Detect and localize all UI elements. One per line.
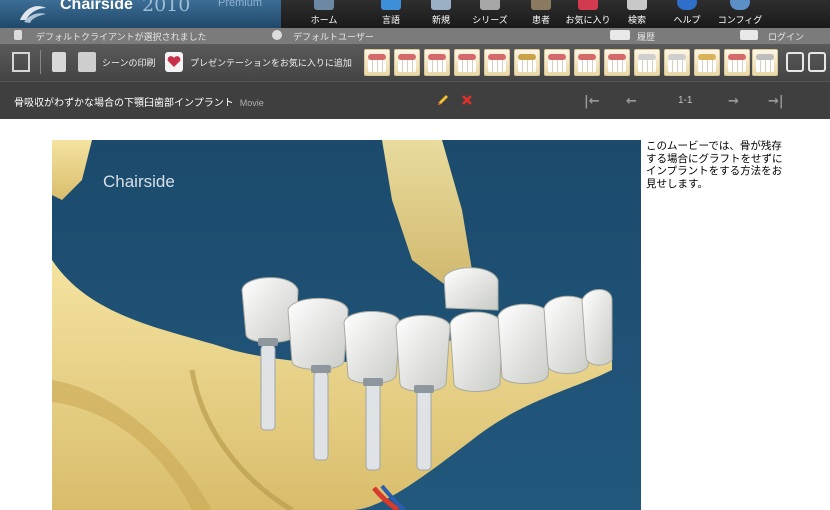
- print-scene-button[interactable]: シーンの印刷: [102, 56, 156, 69]
- scene-thumb[interactable]: [752, 49, 778, 76]
- scene-thumb[interactable]: [604, 49, 630, 76]
- favorite-heart-icon[interactable]: [165, 52, 183, 72]
- config-icon: [730, 0, 750, 10]
- fullscreen-icon[interactable]: [786, 52, 804, 72]
- status-bar: デフォルトクライアントが選択されました デフォルトユーザー 履歴 ログイン: [0, 28, 830, 44]
- scene-thumb[interactable]: [634, 49, 660, 76]
- last-page-button[interactable]: →|: [768, 94, 784, 109]
- menu-series[interactable]: シリーズ: [462, 0, 518, 28]
- app-year: 2010: [142, 0, 191, 16]
- presentation-title-text: 骨吸収がわずかな場合の下顎臼歯部インプラント: [14, 98, 234, 109]
- scene-thumb[interactable]: [484, 49, 510, 76]
- client-icon: [14, 30, 22, 40]
- layout-toggle-icon[interactable]: [12, 52, 30, 72]
- scene-thumb[interactable]: [664, 49, 690, 76]
- print-icon[interactable]: [78, 52, 96, 72]
- menu-config-label: コンフィグ: [717, 16, 763, 26]
- favorites-icon: [578, 0, 598, 10]
- scene-thumb[interactable]: [694, 49, 720, 76]
- menu-help-label: ヘルプ: [673, 16, 701, 26]
- toolbar: シーンの印刷 プレゼンテーションをお気に入りに追加: [0, 44, 830, 81]
- user-icon: [272, 30, 282, 40]
- scene-thumb[interactable]: [724, 49, 750, 76]
- delete-x-icon[interactable]: [461, 94, 473, 106]
- first-page-button[interactable]: |←: [584, 94, 600, 109]
- toolbar-divider: [40, 50, 41, 74]
- menu-home[interactable]: ホーム: [296, 0, 352, 28]
- current-user[interactable]: デフォルトユーザー: [293, 30, 374, 43]
- menu-config[interactable]: コンフィグ: [712, 0, 768, 28]
- media-type-tag: Movie: [239, 98, 264, 108]
- scene-thumb[interactable]: [364, 49, 390, 76]
- app-edition: Premium: [218, 0, 263, 9]
- scene-thumb[interactable]: [544, 49, 570, 76]
- add-favorite-button[interactable]: プレゼンテーションをお気に入りに追加: [190, 56, 352, 69]
- chairside-watermark: Chairside: [103, 172, 175, 191]
- title-bar: 骨吸収がわずかな場合の下顎臼歯部インプラント Movie |← ← 1-1 → →…: [0, 81, 830, 119]
- scene-thumb[interactable]: [454, 49, 480, 76]
- scene-icon[interactable]: [52, 52, 66, 72]
- movie-description: このムービーでは、骨が残存する場合にグラフトをせずにインプラントをする方法をお見…: [646, 140, 783, 190]
- menu-favorites-label: お気に入り: [565, 16, 611, 26]
- clock-icon: [610, 30, 630, 40]
- implant-illustration: [52, 140, 641, 510]
- search-icon: [627, 0, 647, 10]
- series-icon: [480, 0, 500, 10]
- edit-pencil-icon[interactable]: [436, 93, 450, 107]
- new-icon: [431, 0, 451, 10]
- movie-player[interactable]: [52, 140, 641, 510]
- menu-glossary-label: 言語: [381, 16, 400, 26]
- menu-favorites[interactable]: お気に入り: [560, 0, 616, 28]
- menu-series-label: シリーズ: [472, 16, 508, 26]
- top-menu-bar: Chairside 2010 Premium ホーム 言語 新規 シリーズ 患者…: [0, 0, 830, 28]
- menu-help[interactable]: ヘルプ: [659, 0, 715, 28]
- lock-icon: [740, 30, 758, 40]
- menu-new-label: 新規: [431, 16, 450, 26]
- menu-search-label: 検索: [627, 16, 646, 26]
- previous-page-button[interactable]: ←: [626, 94, 637, 109]
- chairside-logo-icon: [20, 6, 46, 23]
- menu-glossary[interactable]: 言語: [363, 0, 419, 28]
- client-status: デフォルトクライアントが選択されました: [36, 33, 207, 43]
- app-logo: Chairside 2010 Premium: [0, 0, 281, 28]
- app-name: Chairside: [60, 0, 133, 13]
- presentation-icon[interactable]: [808, 52, 826, 72]
- history-link[interactable]: 履歴: [637, 30, 655, 43]
- help-icon: [677, 0, 697, 10]
- scene-thumb[interactable]: [394, 49, 420, 76]
- scene-thumb[interactable]: [574, 49, 600, 76]
- menu-home-label: ホーム: [310, 16, 338, 26]
- scene-thumb[interactable]: [424, 49, 450, 76]
- next-page-button[interactable]: →: [728, 94, 739, 109]
- patient-icon: [531, 0, 551, 10]
- scene-thumb[interactable]: [514, 49, 540, 76]
- login-link[interactable]: ログイン: [768, 30, 804, 43]
- page-indicator: 1-1: [678, 95, 693, 106]
- glossary-icon: [381, 0, 401, 10]
- presentation-title: 骨吸収がわずかな場合の下顎臼歯部インプラント Movie: [14, 94, 264, 109]
- menu-new[interactable]: 新規: [413, 0, 469, 28]
- menu-search[interactable]: 検索: [609, 0, 665, 28]
- home-icon: [314, 0, 334, 10]
